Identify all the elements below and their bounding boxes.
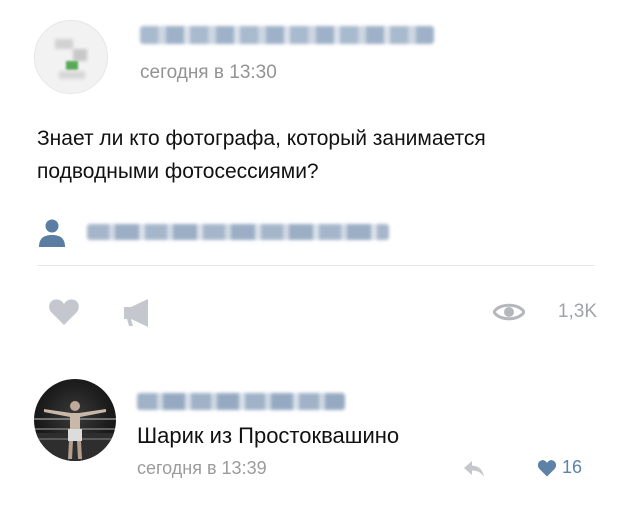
- post-action-bar: 1,3K: [37, 295, 597, 335]
- commenter-avatar[interactable]: [34, 379, 116, 461]
- heart-icon[interactable]: [47, 295, 81, 329]
- post-header: сегодня в 13:30: [34, 20, 594, 100]
- megaphone-icon[interactable]: [121, 295, 155, 329]
- post-timestamp[interactable]: сегодня в 13:30: [140, 62, 277, 84]
- post-text: Знает ли кто фотографа, который занимает…: [37, 127, 486, 183]
- comment-timestamp[interactable]: сегодня в 13:39: [137, 458, 267, 479]
- views-count: 1,3K: [557, 301, 597, 322]
- comment: Шарик из Простоквашино сегодня в 13:39 1…: [34, 375, 594, 495]
- commenter-name-blurred[interactable]: [137, 393, 345, 410]
- post-author[interactable]: [37, 214, 597, 254]
- comment-like-count: 16: [562, 457, 583, 477]
- person-icon: [39, 219, 65, 247]
- group-name-blurred[interactable]: [140, 26, 434, 44]
- vk-post-screenshot: сегодня в 13:30 Знает ли кто фотографа, …: [0, 0, 620, 515]
- views-counter: 1,3K: [487, 297, 597, 327]
- divider: [37, 265, 595, 266]
- group-avatar[interactable]: [34, 20, 108, 94]
- eye-icon: [493, 303, 525, 321]
- comment-like-button[interactable]: 16: [537, 457, 597, 479]
- comment-text: Шарик из Простоквашино: [137, 423, 400, 448]
- boxer-photo-icon: [34, 401, 116, 461]
- heart-icon: [537, 460, 557, 477]
- reply-arrow-icon[interactable]: [462, 459, 486, 479]
- author-name-blurred[interactable]: [87, 224, 389, 240]
